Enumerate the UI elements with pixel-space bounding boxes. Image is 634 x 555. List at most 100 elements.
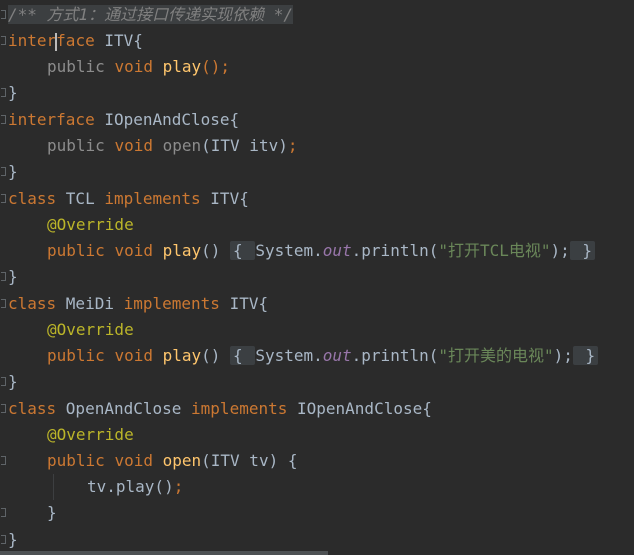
code-text: } [8, 80, 18, 106]
code-line[interactable]: /** 方式1：通过接口传递实现依赖 */ [0, 2, 634, 28]
code-text: interface IOpenAndClose{ [8, 107, 239, 133]
code-line[interactable]: interface IOpenAndClose{ [0, 107, 634, 133]
code-text: class TCL implements ITV{ [8, 186, 249, 212]
code-token: play [162, 241, 202, 260]
code-line[interactable]: } [0, 264, 634, 290]
code-line[interactable]: @Override [0, 212, 634, 238]
fold-gutter[interactable] [0, 317, 8, 343]
code-token: public [47, 136, 115, 155]
code-text: tv.play(); [8, 474, 183, 500]
code-line[interactable]: } [0, 80, 634, 106]
fold-marker-icon[interactable] [1, 167, 6, 176]
fold-gutter[interactable] [0, 133, 8, 159]
code-line[interactable]: tv.play(); [0, 474, 634, 500]
code-text: public void play() { System.out.println(… [8, 343, 599, 369]
fold-gutter[interactable] [0, 107, 8, 133]
code-line[interactable]: class OpenAndClose implements IOpenAndCl… [0, 396, 634, 422]
code-line[interactable]: } [0, 369, 634, 395]
code-token: tv.play() [87, 477, 174, 496]
code-token[interactable]: } [569, 241, 596, 260]
code-line[interactable]: public void open(ITV itv); [0, 133, 634, 159]
code-token[interactable]: } [572, 346, 599, 365]
code-line[interactable]: public void play(); [0, 54, 634, 80]
code-token: .println( [351, 241, 439, 260]
fold-gutter[interactable] [0, 396, 8, 422]
code-token: public [47, 346, 115, 365]
code-token: ); [550, 241, 570, 260]
fold-marker-icon[interactable] [1, 508, 6, 517]
fold-marker-icon[interactable] [1, 299, 6, 308]
fold-gutter[interactable] [0, 238, 8, 264]
fold-gutter[interactable] [0, 422, 8, 448]
code-text: public void open(ITV itv); [8, 133, 297, 159]
fold-marker-icon[interactable] [1, 272, 6, 281]
fold-gutter[interactable] [0, 448, 8, 474]
code-line[interactable]: } [0, 527, 634, 553]
fold-marker-icon[interactable] [1, 115, 6, 124]
fold-marker-icon[interactable] [1, 535, 6, 544]
code-line[interactable]: public void play() { System.out.println(… [0, 343, 634, 369]
fold-gutter[interactable] [0, 2, 8, 28]
fold-marker-icon[interactable] [1, 36, 6, 45]
code-token[interactable]: { [230, 241, 256, 260]
code-token: OpenAndClose [65, 399, 192, 418]
code-text: } [8, 527, 18, 553]
fold-marker-icon[interactable] [1, 456, 6, 465]
code-token: System. [255, 241, 323, 260]
code-token: @Override [47, 215, 134, 234]
fold-marker-icon[interactable] [1, 404, 6, 413]
fold-gutter[interactable] [0, 527, 8, 553]
fold-gutter[interactable] [0, 212, 8, 238]
code-token: IOpenAndClose{ [297, 399, 432, 418]
code-token: void [114, 241, 163, 260]
fold-gutter[interactable] [0, 343, 8, 369]
fold-marker-icon[interactable] [1, 194, 6, 203]
code-line[interactable]: } [0, 159, 634, 185]
code-editor[interactable]: /** 方式1：通过接口传递实现依赖 */interface ITV{publi… [0, 0, 634, 555]
code-token: void [114, 136, 163, 155]
code-token: ; [287, 136, 298, 155]
code-token: implements [104, 189, 211, 208]
fold-gutter[interactable] [0, 291, 8, 317]
code-line[interactable]: public void play() { System.out.println(… [0, 238, 634, 264]
code-token[interactable]: { [230, 346, 256, 365]
code-token: public [47, 241, 115, 260]
fold-gutter[interactable] [0, 54, 8, 80]
fold-gutter[interactable] [0, 500, 8, 526]
code-text: interface ITV{ [8, 28, 143, 54]
fold-gutter[interactable] [0, 186, 8, 212]
code-line[interactable]: } [0, 500, 634, 526]
horizontal-scrollbar[interactable] [0, 551, 328, 555]
fold-gutter[interactable] [0, 264, 8, 290]
code-line[interactable]: public void open(ITV tv) { [0, 448, 634, 474]
code-token: @Override [47, 425, 134, 444]
code-token: class [8, 294, 66, 313]
fold-gutter[interactable] [0, 474, 8, 500]
fold-marker-icon[interactable] [1, 377, 6, 386]
code-token: (ITV tv) { [201, 451, 298, 470]
code-token: inter [8, 31, 57, 50]
code-token: @Override [47, 320, 134, 339]
code-token: () [201, 346, 231, 365]
fold-gutter[interactable] [0, 28, 8, 54]
code-token: MeiDi [65, 294, 124, 313]
code-token: void [114, 57, 163, 76]
code-text: /** 方式1：通过接口传递实现依赖 */ [8, 2, 294, 28]
code-line[interactable]: @Override [0, 317, 634, 343]
code-text: } [8, 264, 18, 290]
code-token: ITV{ [229, 294, 269, 313]
fold-gutter[interactable] [0, 159, 8, 185]
code-token: ITV{ [210, 189, 249, 208]
fold-marker-icon[interactable] [1, 10, 6, 19]
code-line[interactable]: class MeiDi implements ITV{ [0, 291, 634, 317]
code-line[interactable]: @Override [0, 422, 634, 448]
code-text: } [8, 500, 57, 526]
code-line[interactable]: class TCL implements ITV{ [0, 186, 634, 212]
code-token: System. [255, 346, 323, 365]
fold-gutter[interactable] [0, 369, 8, 395]
code-line[interactable]: interface ITV{ [0, 28, 634, 54]
fold-gutter[interactable] [0, 80, 8, 106]
code-token: play [162, 57, 202, 76]
code-token: ITV{ [94, 31, 143, 50]
fold-marker-icon[interactable] [1, 88, 6, 97]
